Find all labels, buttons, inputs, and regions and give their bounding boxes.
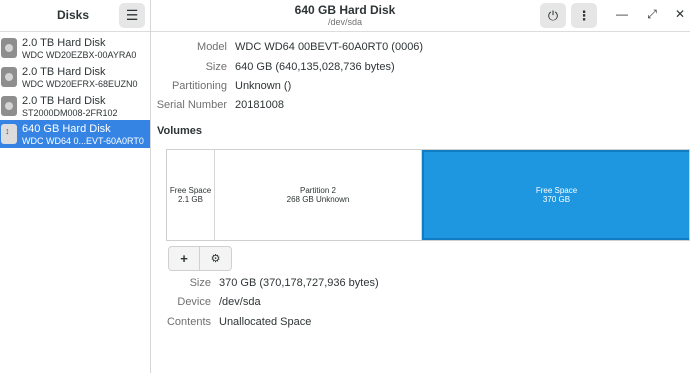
gears-icon: ⚙ bbox=[210, 253, 221, 265]
serial-number-label: Serial Number bbox=[156, 99, 227, 111]
size-label: Size bbox=[205, 61, 227, 73]
power-icon: ⏻ bbox=[547, 7, 559, 23]
disk-name: 640 GB Hard Disk bbox=[22, 123, 111, 135]
volume-segment-size: 370 GB bbox=[542, 195, 571, 204]
volume-segment-size: 268 GB Unknown bbox=[286, 195, 350, 204]
model-value: WDC WD64 00BEVT-60A0RT0 (0006) bbox=[235, 41, 424, 53]
volumes-map: Free Space 2.1 GB Partition 2 268 GB Unk… bbox=[166, 149, 690, 241]
add-partition-button[interactable]: + bbox=[168, 246, 200, 271]
partition-options-button[interactable]: ⚙ bbox=[200, 246, 232, 271]
volume-size-label: Size bbox=[189, 277, 211, 289]
disk-model: WDC WD64 0...EVT-60A0RT0 bbox=[22, 136, 144, 146]
volume-size-value: 370 GB (370,178,727,936 bytes) bbox=[219, 277, 379, 289]
close-button[interactable]: ✕ bbox=[672, 7, 688, 21]
serial-number-value: 20181008 bbox=[235, 99, 284, 111]
volume-segment-free-space-1[interactable]: Free Space 2.1 GB bbox=[167, 150, 215, 240]
volume-segment-name: Free Space bbox=[535, 186, 578, 195]
disk-model: WDC WD20EZBX-00AYRA0 bbox=[22, 50, 137, 60]
maximize-icon: ⤢ bbox=[647, 7, 657, 21]
close-icon: ✕ bbox=[674, 7, 686, 21]
power-button[interactable]: ⏻ bbox=[540, 3, 566, 28]
volume-contents-value: Unallocated Space bbox=[219, 316, 312, 328]
minimize-icon: — bbox=[616, 7, 628, 21]
minimize-button[interactable]: — bbox=[614, 7, 630, 21]
volume-segment-size: 2.1 GB bbox=[178, 195, 203, 204]
disk-item-4[interactable]: 640 GB Hard Disk WDC WD64 0...EVT-60A0RT… bbox=[0, 120, 150, 148]
partitioning-label: Partitioning bbox=[171, 80, 227, 92]
disk-model: WDC WD20EFRX-68EUZN0 bbox=[22, 79, 138, 89]
disk-name: 2.0 TB Hard Disk bbox=[22, 66, 106, 78]
volume-device-value: /dev/sda bbox=[219, 296, 261, 308]
drive-details: Model WDC WD64 00BEVT-60A0RT0 (0006) Siz… bbox=[151, 33, 690, 373]
volume-contents-label: Contents bbox=[166, 316, 211, 328]
size-value: 640 GB (640,135,028,736 bytes) bbox=[235, 61, 395, 73]
header-bar: 640 GB Hard Disk /dev/sda ⏻ ⋮ — ⤢ ✕ bbox=[151, 0, 690, 32]
disk-name: 2.0 TB Hard Disk bbox=[22, 95, 106, 107]
hard-disk-icon bbox=[1, 38, 17, 58]
volume-segment-name: Free Space bbox=[169, 186, 212, 195]
hard-disk-icon bbox=[1, 67, 17, 87]
drive-menu-button[interactable]: ⋮ bbox=[571, 3, 597, 28]
hard-disk-icon bbox=[1, 96, 17, 116]
volumes-heading: Volumes bbox=[157, 125, 203, 137]
volume-segment-partition-2[interactable]: Partition 2 268 GB Unknown bbox=[215, 150, 422, 240]
model-label: Model bbox=[197, 41, 227, 53]
disk-model: ST2000DM008-2FR102 bbox=[22, 108, 118, 118]
volume-segment-free-space-2[interactable]: Free Space 370 GB bbox=[422, 150, 689, 240]
partitioning-value: Unknown () bbox=[235, 80, 292, 92]
vertical-dots-icon: ⋮ bbox=[577, 7, 591, 23]
disk-name: 2.0 TB Hard Disk bbox=[22, 37, 106, 49]
plus-icon: + bbox=[180, 251, 188, 266]
usb-disk-icon bbox=[1, 124, 17, 144]
volume-segment-name: Partition 2 bbox=[299, 186, 337, 195]
volume-device-label: Device bbox=[177, 296, 211, 308]
maximize-button[interactable]: ⤢ bbox=[644, 7, 660, 22]
